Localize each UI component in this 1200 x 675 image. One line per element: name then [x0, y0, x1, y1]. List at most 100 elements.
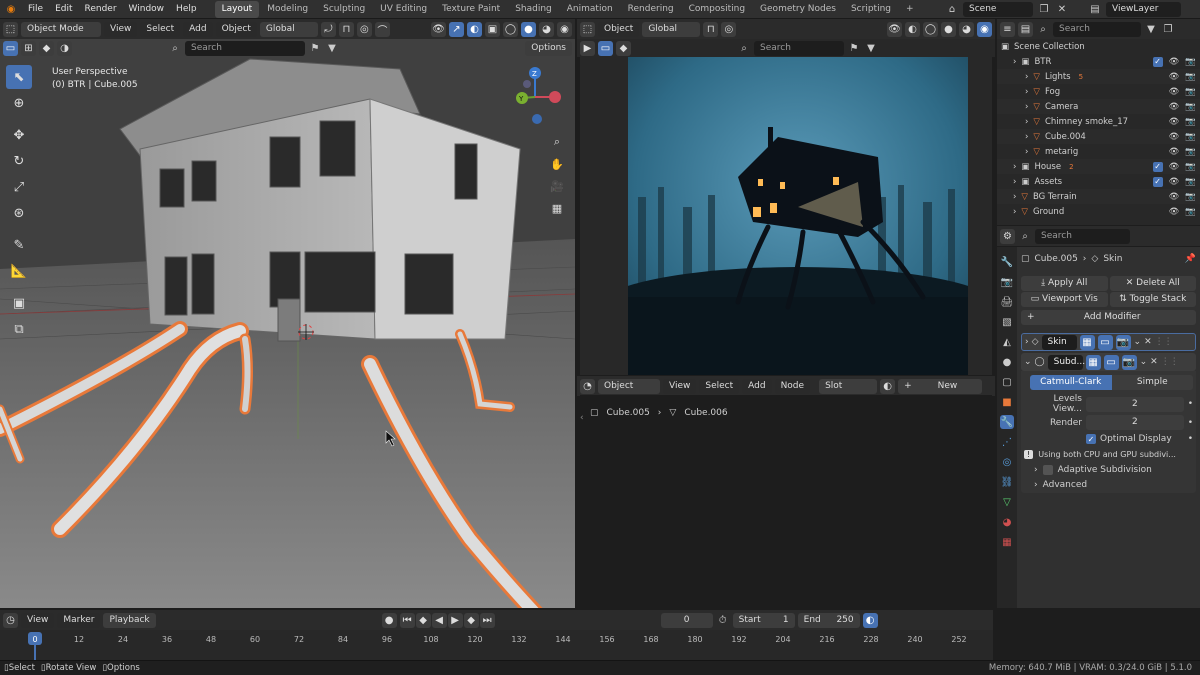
select-mode-icon[interactable]: ⊞ — [21, 40, 36, 56]
select-box-icon[interactable]: ▭ — [3, 40, 18, 56]
render-image[interactable] — [628, 57, 968, 375]
jump-start-icon[interactable]: ⏮ — [399, 612, 415, 628]
camera-icon[interactable]: 📷 — [1185, 57, 1196, 67]
play-icon[interactable]: ▶ — [447, 612, 463, 628]
outliner-row[interactable]: › ▽ Camera 👁 📷 — [997, 99, 1200, 114]
outliner-row[interactable]: › ▣ Assets ✓ 👁 📷 — [997, 174, 1200, 189]
chevron-right-icon[interactable]: › — [1025, 72, 1028, 82]
viewlayer-field[interactable]: ViewLayer — [1106, 2, 1181, 17]
material-sphere-icon[interactable]: ◐ — [880, 378, 896, 394]
prev-keyframe-icon[interactable]: ◆ — [415, 612, 431, 628]
eye-icon[interactable]: 👁 — [1169, 57, 1180, 67]
new-material-button[interactable]: + New — [898, 378, 983, 394]
render-orientation-dropdown[interactable]: Global — [642, 21, 701, 37]
tab-uv-editing[interactable]: UV Editing — [373, 1, 434, 18]
proportional-icon[interactable]: ◎ — [356, 21, 372, 37]
object-menu[interactable]: Object — [215, 21, 257, 37]
shading-wire-icon[interactable]: ◯ — [923, 21, 938, 37]
tab-sculpting[interactable]: Sculpting — [316, 1, 372, 18]
toggle-stack-button[interactable]: ⇅ Toggle Stack — [1109, 292, 1196, 307]
timeline-view-menu[interactable]: View — [21, 612, 55, 628]
zoom-icon[interactable]: ⌕ — [547, 132, 567, 152]
viewport-search-input[interactable]: Search — [185, 40, 305, 56]
filter-funnel-icon[interactable]: ▼ — [1144, 22, 1158, 36]
add-modifier-button[interactable]: + Add Modifier — [1021, 310, 1196, 325]
play-reverse-icon[interactable]: ◀ — [431, 612, 447, 628]
shading-solid-icon[interactable]: ● — [521, 21, 536, 37]
camera-icon[interactable]: 📷 — [1185, 207, 1196, 217]
node-editor[interactable]: ▢ Cube.005 › ▽ Cube.006 ‹ — [580, 395, 992, 608]
output-tab-icon[interactable]: 🖨 — [1000, 295, 1014, 309]
outliner-row[interactable]: › ▽ metarig 👁 📷 — [997, 144, 1200, 159]
snap-icon[interactable]: ⊓ — [338, 21, 354, 37]
subdiv-modifier-name[interactable]: Subd... — [1047, 354, 1085, 370]
eye-icon[interactable]: 👁 — [1169, 132, 1180, 142]
next-keyframe-icon[interactable]: ◆ — [463, 612, 479, 628]
snap-icon[interactable]: ⊓ — [703, 21, 719, 37]
select-tool-icon[interactable]: ⬉ — [6, 65, 32, 89]
tab-texture-paint[interactable]: Texture Paint — [435, 1, 507, 18]
eye-icon[interactable]: 👁 — [1169, 162, 1180, 172]
render-icon[interactable]: 📷 — [1121, 354, 1137, 370]
edit-mode-icon[interactable]: ▦ — [1085, 354, 1101, 370]
render-search-input[interactable]: Search — [754, 40, 844, 56]
add-object-tool-icon[interactable]: ⧉ — [6, 317, 32, 341]
outliner-row[interactable]: › ▽ Ground 👁 📷 — [997, 204, 1200, 219]
new-collection-icon[interactable]: ❐ — [1161, 22, 1175, 36]
editor-type-icon[interactable]: ◔ — [580, 378, 595, 394]
simple-button[interactable]: Simple — [1111, 375, 1193, 390]
falloff-icon[interactable]: ⌒ — [374, 21, 390, 37]
chevron-right-icon[interactable]: › — [1013, 177, 1016, 187]
scale-tool-icon[interactable]: ⤢ — [6, 175, 32, 199]
shading-material-icon[interactable]: ◕ — [539, 21, 554, 37]
mode-dropdown[interactable]: Object Mode — [21, 21, 101, 37]
collection-icon[interactable]: ◆ — [39, 40, 54, 56]
copy-icon[interactable]: ❐ — [1037, 3, 1051, 17]
node-add-menu[interactable]: Add — [742, 378, 772, 394]
overlay-icon[interactable]: ◐ — [905, 21, 920, 37]
shading-rendered-icon[interactable]: ◉ — [977, 21, 992, 37]
adaptive-subdivision-checkbox[interactable] — [1042, 465, 1053, 475]
tab-rendering[interactable]: Rendering — [621, 1, 681, 18]
chevron-right-icon[interactable]: › — [1013, 162, 1016, 172]
world-tab-icon[interactable]: ● — [1000, 355, 1014, 369]
xray-icon[interactable]: ▣ — [485, 21, 500, 37]
realtime-icon[interactable]: ▭ — [1103, 354, 1119, 370]
outliner-row[interactable]: › ▽ Chimney smoke_17 👁 📷 — [997, 114, 1200, 129]
close-icon[interactable]: ✕ — [1055, 3, 1069, 17]
sidebar-toggle-icon[interactable]: ‹ — [580, 413, 584, 423]
eye-icon[interactable]: 👁 — [1169, 207, 1180, 217]
rotate-tool-icon[interactable]: ↻ — [6, 149, 32, 173]
chevron-down-icon[interactable]: ⌄ — [1134, 337, 1142, 347]
view-menu[interactable]: View — [104, 21, 138, 37]
advanced-label[interactable]: Advanced — [1043, 480, 1087, 490]
remove-modifier-icon[interactable]: ✕ — [1150, 357, 1158, 367]
tab-layout[interactable]: Layout — [214, 0, 260, 18]
keyframe-dot-icon[interactable]: • — [1188, 434, 1193, 444]
chevron-right-icon[interactable]: › — [1034, 480, 1038, 490]
edit-mode-icon[interactable]: ▦ — [1079, 334, 1095, 350]
scene-field[interactable]: Scene — [963, 2, 1033, 17]
display-mode-icon[interactable]: ▤ — [1018, 21, 1033, 37]
overlay-toggle-icon[interactable]: ◐ — [467, 21, 482, 37]
modifier-tab-icon[interactable]: 🔧 — [1000, 415, 1014, 429]
jump-end-icon[interactable]: ⏭ — [479, 612, 495, 628]
select-box-icon[interactable]: ▭ — [598, 40, 613, 56]
tab-compositing[interactable]: Compositing — [682, 1, 752, 18]
editor-type-icon[interactable]: ◷ — [3, 612, 18, 628]
exclude-checkbox[interactable]: ✓ — [1152, 176, 1163, 187]
render-levels-field[interactable]: 2 — [1086, 415, 1184, 430]
constraints-tab-icon[interactable]: ⛓ — [1000, 475, 1014, 489]
material-tab-icon[interactable]: ◕ — [1000, 515, 1014, 529]
properties-search-input[interactable]: Search — [1035, 228, 1130, 244]
scene-tab-icon[interactable]: ◭ — [1000, 335, 1014, 349]
collection-tab-icon[interactable]: ▢ — [1000, 375, 1014, 389]
editor-type-icon[interactable]: ⬚ — [580, 21, 595, 37]
add-menu[interactable]: Add — [183, 21, 213, 37]
tab-geometry-nodes[interactable]: Geometry Nodes — [753, 1, 843, 18]
shading-rendered-icon[interactable]: ◉ — [557, 21, 572, 37]
chevron-right-icon[interactable]: › — [1025, 337, 1029, 347]
eye-icon[interactable]: 👁 — [1169, 72, 1180, 82]
eye-icon[interactable]: 👁 — [1169, 102, 1180, 112]
chevron-right-icon[interactable]: › — [1013, 207, 1016, 217]
